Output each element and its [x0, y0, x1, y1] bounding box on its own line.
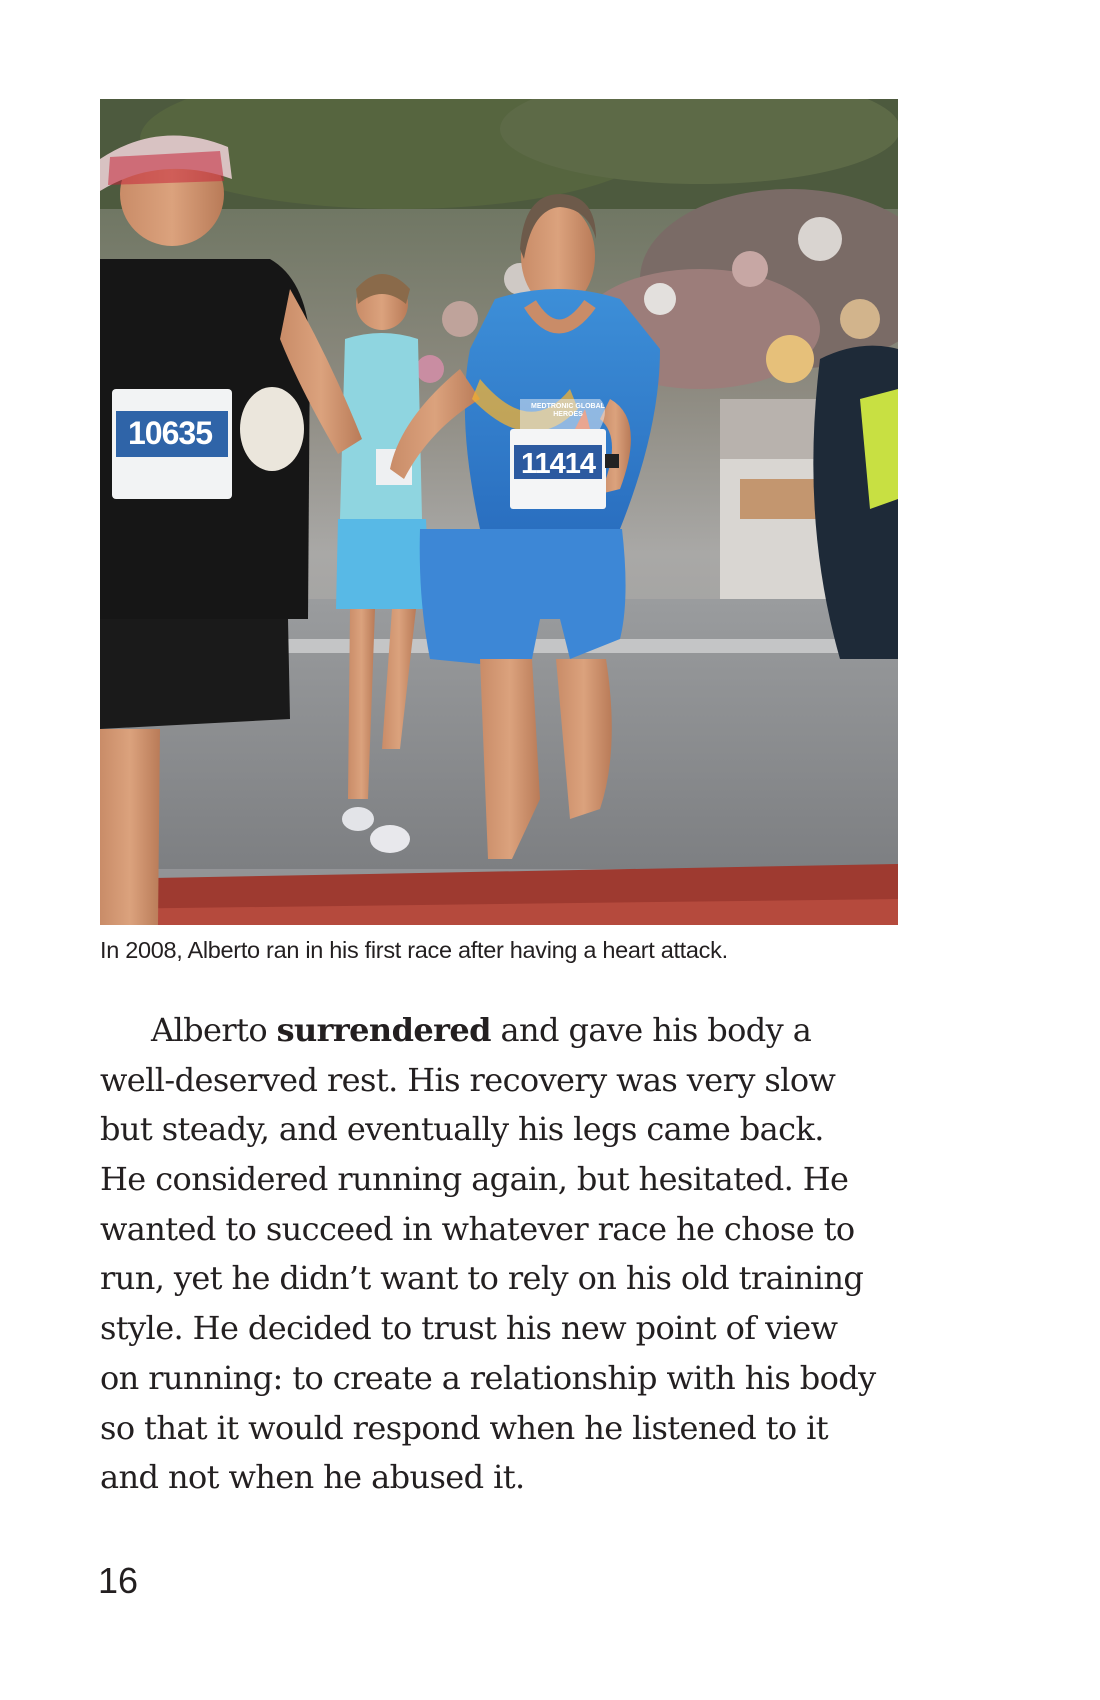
paragraph-line: wanted to succeed in whatever race he ch…: [100, 1209, 855, 1248]
bib-number-center: 11414: [520, 448, 596, 480]
paragraph-line: so that it would respond when he listene…: [100, 1408, 829, 1447]
paragraph-line: well-deserved rest. His recovery was ver…: [100, 1060, 836, 1099]
singlet-sponsor-text: MEDTRONIC GLOBAL HEROES: [531, 403, 605, 418]
bib-number-left: 10635: [128, 415, 213, 451]
paragraph-line-1-end: and gave his body a: [490, 1011, 812, 1049]
paragraph-line: style. He decided to trust his new point…: [100, 1309, 838, 1348]
paragraph-line-1: Alberto surrendered and gave his body a: [100, 1006, 1000, 1056]
paragraph-line-1-start: Alberto: [151, 1011, 277, 1049]
paragraph-line: but steady, and eventually his legs came…: [100, 1110, 824, 1149]
marathon-photo-illustration: [100, 99, 898, 925]
page-number: 16: [98, 1560, 139, 1601]
paragraph-line: He considered running again, but hesitat…: [100, 1160, 849, 1199]
photo-caption: In 2008, Alberto ran in his first race a…: [100, 937, 728, 963]
body-paragraph: Alberto surrendered and gave his body a …: [100, 1006, 1000, 1503]
marathon-photo: 10635 11414 MEDTRONIC GLOBAL HEROES: [100, 99, 898, 925]
vocabulary-word-surrendered: surrendered: [276, 1011, 492, 1049]
paragraph-line: run, yet he didn’t want to rely on his o…: [100, 1259, 864, 1298]
paragraph-line: and not when he abused it.: [100, 1458, 525, 1497]
paragraph-line: on running: to create a relationship wit…: [100, 1358, 876, 1397]
